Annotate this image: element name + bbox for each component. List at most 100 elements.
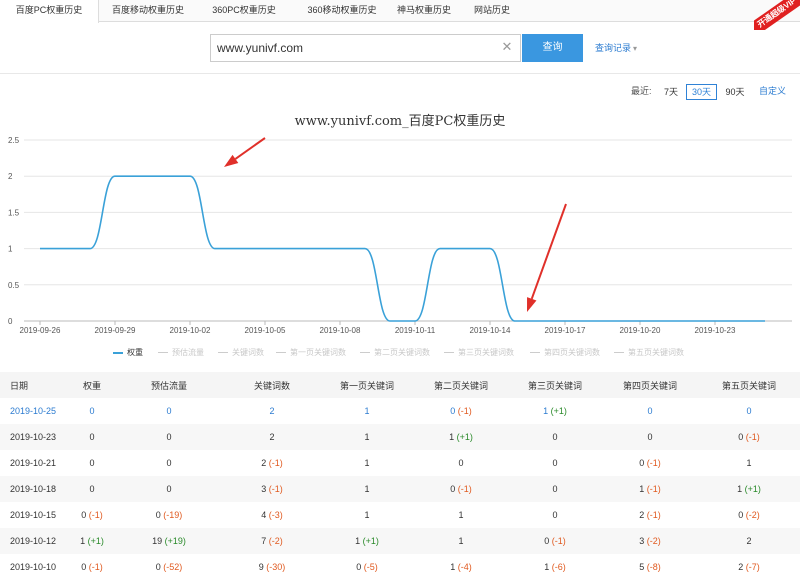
value-cell: 0 [70,476,114,502]
range-7d-button[interactable]: 7天 [660,84,682,100]
y-tick-label: 2.5 [8,136,20,145]
clear-icon[interactable]: ✕ [500,40,514,54]
legend-item[interactable]: 第一页关键词数 [276,346,346,360]
value-cell: 4 (-3) [224,502,320,528]
value-cell[interactable]: 2 [224,398,320,424]
weight-history-chart: 0 0.5 1 1.5 2 2.5 2019-09-26 2019-09-29 2019-10-… [8,136,792,335]
cell-value: 2 [269,432,275,442]
date-cell: 2019-10-15 [0,502,70,528]
cell-delta: (-2) [644,536,661,546]
tab-baidu-mobile[interactable]: 百度移动权重历史 [100,0,196,22]
legend-item[interactable]: 预估流量 [158,346,204,360]
legend-label: 第三页关键词数 [458,348,514,357]
value-cell[interactable]: 0 (-1) [414,398,508,424]
y-tick-label: 1 [8,245,13,254]
value-cell[interactable]: 0 [698,398,800,424]
date-cell[interactable]: 2019-10-25 [0,398,70,424]
tab-360-pc[interactable]: 360PC权重历史 [196,0,292,22]
value-cell: 0 [508,450,602,476]
value-cell[interactable]: 1 (+1) [508,398,602,424]
value-cell: 0 (-1) [70,554,114,574]
chart-legend: 权重 预估流量 关键词数 第一页关键词数 第二页关键词数 第三页关键词数 第四页关键词数 第五… [0,346,800,360]
cell-value: 1 [364,484,370,494]
tab-site-history[interactable]: 网站历史 [456,0,528,22]
cell-value: 0 [89,406,95,416]
legend-item[interactable]: 第四页关键词数 [530,346,600,360]
value-cell: 7 (-2) [224,528,320,554]
x-tick-label: 2019-10-05 [245,326,286,335]
cell-value: 0 [166,432,172,442]
tab-shenma[interactable]: 神马权重历史 [392,0,456,22]
legend-swatch-icon [444,352,454,354]
cell-value: 0 [458,458,464,468]
tab-360-mobile[interactable]: 360移动权重历史 [292,0,392,22]
domain-search-input[interactable] [211,35,491,61]
legend-swatch-icon [614,352,624,354]
value-cell[interactable]: 0 [602,398,698,424]
x-tick-label: 2019-09-29 [95,326,136,335]
value-cell: 1 (+1) [414,424,508,450]
column-header: 第四页关键词 [602,372,698,398]
value-cell: 2 (-1) [224,450,320,476]
legend-item[interactable]: 第五页关键词数 [614,346,684,360]
range-custom-link[interactable]: 自定义 [759,84,786,100]
legend-item[interactable]: 第二页关键词数 [360,346,430,360]
cell-delta: (-2) [743,510,760,520]
legend-label: 预估流量 [172,348,204,357]
cell-value: 1 [458,536,464,546]
value-cell: 1 (-6) [508,554,602,574]
cell-delta: (+1) [85,536,104,546]
search-box: ✕ [210,34,521,62]
value-cell[interactable]: 1 [320,398,414,424]
search-button[interactable]: 查询 [522,34,583,62]
cell-delta: (+1) [360,536,379,546]
cell-value: 2 [269,406,275,416]
value-cell: 5 (-8) [602,554,698,574]
vip-badge-label: 开通超级VIP [754,0,800,30]
legend-swatch-icon [360,352,370,354]
legend-swatch-icon [113,351,123,354]
cell-value: 0 [89,432,95,442]
annotation-arrow-icon [224,137,266,167]
cell-delta: (-1) [86,510,103,520]
value-cell: 1 (-1) [602,476,698,502]
legend-item[interactable]: 权重 [113,346,143,360]
table-row: 2019-10-15 0 (-1) 0 (-19) 4 (-3) 1 1 0 2 (-1) 0 … [0,502,800,528]
value-cell: 0 [70,450,114,476]
x-tick-label: 2019-10-20 [620,326,661,335]
query-history-dropdown[interactable]: 查询记录 ▾ [595,41,637,54]
annotation-arrow-icon [527,203,567,312]
y-tick-label: 1.5 [8,208,20,217]
value-cell: 1 (+1) [698,476,800,502]
table-row: 2019-10-25 0 0 2 1 0 (-1) 1 (+1) 0 0 [0,398,800,424]
table-header-row: 日期 权重 预估流量 关键词数 第一页关键词 第二页关键词 第三页关键词 第四页关键词 第五页关… [0,372,800,398]
value-cell[interactable]: 0 [70,398,114,424]
value-cell: 2 (-1) [602,502,698,528]
value-cell[interactable]: 0 [114,398,224,424]
table-row: 2019-10-23 0 0 2 1 1 (+1) 0 0 0 (-1) [0,424,800,450]
table-row: 2019-10-18 0 0 3 (-1) 1 0 (-1) 0 1 (-1) 1 (+1) [0,476,800,502]
cell-value: 0 [166,484,172,494]
value-cell: 3 (-1) [224,476,320,502]
cell-delta: (+19) [162,536,186,546]
cell-delta: (-2) [266,536,283,546]
cell-delta: (+1) [548,406,567,416]
legend-label: 第二页关键词数 [374,348,430,357]
tab-baidu-pc[interactable]: 百度PC权重历史 [0,0,99,23]
vip-badge[interactable]: 开通超级VIP [754,0,800,30]
column-header: 第三页关键词 [508,372,602,398]
y-tick-label: 0.5 [8,281,20,290]
range-90d-button[interactable]: 90天 [722,84,748,100]
cell-value: 1 [458,510,464,520]
cell-value: 0 [166,458,172,468]
cell-value: 0 [746,406,752,416]
legend-swatch-icon [530,352,540,354]
legend-swatch-icon [276,352,286,354]
legend-label: 第四页关键词数 [544,348,600,357]
legend-item[interactable]: 关键词数 [218,346,264,360]
cell-value: 0 [552,432,558,442]
legend-item[interactable]: 第三页关键词数 [444,346,514,360]
x-tick-label: 2019-09-26 [20,326,61,335]
value-cell: 0 (-52) [114,554,224,574]
range-30d-button[interactable]: 30天 [686,84,717,100]
